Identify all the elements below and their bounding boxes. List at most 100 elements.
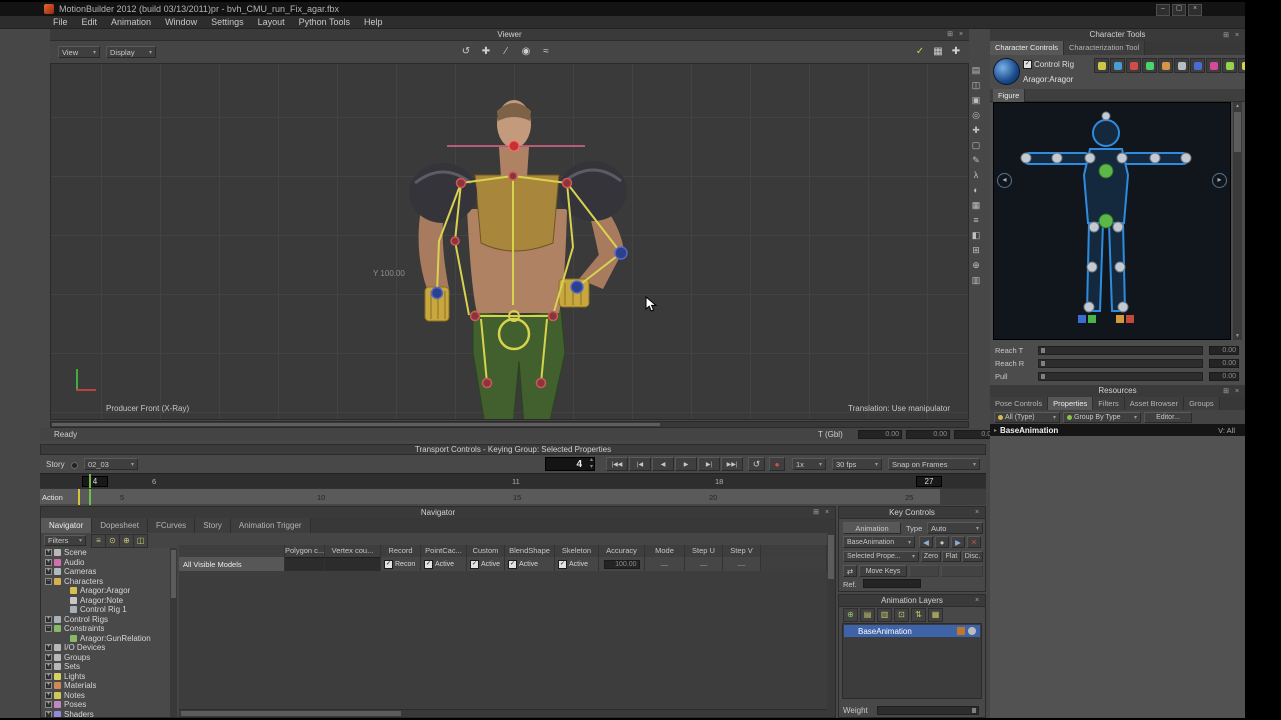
pull-value[interactable]: 0.00 [1209, 372, 1239, 381]
tree-item-cameras[interactable]: + Cameras [41, 567, 170, 577]
column-header[interactable]: Step U [685, 545, 723, 557]
close-icon[interactable]: × [972, 596, 982, 605]
add-layer-icon[interactable]: ⊕ [843, 608, 858, 622]
flat-button[interactable]: Flat [942, 551, 961, 562]
table-hscrollbar[interactable] [179, 709, 827, 717]
tab-fcurves[interactable]: FCurves [147, 518, 196, 533]
layout-tool-icon[interactable]: ▣ [968, 93, 984, 108]
dock-icon[interactable]: ⊞ [811, 508, 821, 517]
rotate-left-button[interactable]: ◂ [997, 173, 1012, 188]
goto-start-button[interactable]: |◀◀ [606, 457, 628, 471]
story-led[interactable] [71, 462, 78, 469]
layout-tool-icon[interactable]: ◐ [968, 183, 984, 198]
prev-key-button[interactable]: |◀ [629, 457, 651, 471]
close-icon[interactable]: × [1232, 387, 1242, 396]
key-controls-header[interactable]: Key Controls × [839, 507, 985, 519]
character-model[interactable] [381, 91, 661, 420]
scale-tool-icon[interactable]: ∕ [498, 44, 514, 60]
rig-tool-icon[interactable] [1222, 58, 1237, 73]
scrollbar-handle[interactable] [171, 550, 176, 598]
tree-expander[interactable]: + [45, 701, 52, 709]
menu-layout[interactable]: Layout [251, 16, 292, 28]
close-icon[interactable]: × [1232, 31, 1242, 40]
tree-expander[interactable]: + [45, 615, 52, 623]
layout-tool-icon[interactable]: ⊞ [968, 243, 984, 258]
slider-handle[interactable] [1040, 360, 1046, 367]
tree-expander[interactable]: + [45, 653, 52, 661]
character-avatar-icon[interactable] [993, 58, 1020, 85]
menu-settings[interactable]: Settings [204, 16, 251, 28]
column-header[interactable]: Custom [467, 545, 505, 557]
menu-python-tools[interactable]: Python Tools [292, 16, 357, 28]
pull-slider[interactable] [1038, 372, 1203, 381]
checkbox-icon[interactable]: ✓ [424, 559, 433, 569]
playback-speed-dropdown[interactable]: 1x ▾ [792, 458, 826, 470]
tree-item-aragor-gunrelation[interactable]: Aragor:GunRelation [41, 634, 170, 644]
tab-asset-browser[interactable]: Asset Browser [1124, 397, 1185, 410]
tree-expander[interactable]: + [45, 568, 52, 576]
layer-merge-icon[interactable]: ▥ [877, 608, 892, 622]
tree-expander[interactable]: − [45, 625, 52, 633]
tree-item-poses[interactable]: + Poses [41, 700, 170, 710]
menu-window[interactable]: Window [158, 16, 204, 28]
layer-mute-icon[interactable] [968, 627, 976, 635]
layout-tool-icon[interactable]: ◎ [968, 108, 984, 123]
layout-tool-icon[interactable]: λ [968, 168, 984, 183]
blendshape-checkbox-cell[interactable]: ✓ Active [505, 557, 555, 571]
add-icon[interactable]: ⊕ [119, 534, 134, 548]
view-button[interactable]: View ▾ [58, 46, 100, 58]
viewer-hscrollbar[interactable] [50, 421, 969, 428]
list-view-icon[interactable]: ≡ [91, 534, 106, 548]
tree-expander[interactable]: + [45, 682, 52, 690]
zero-button[interactable]: Zero [921, 551, 941, 562]
take-dropdown[interactable]: 02_03 ▾ [84, 458, 138, 470]
reach-r-value[interactable]: 0.00 [1209, 359, 1239, 368]
transport-header[interactable]: Transport Controls - Keying Group: Selec… [40, 444, 986, 455]
maximize-button[interactable]: ▢ [1172, 4, 1186, 16]
tab-dopesheet[interactable]: Dopesheet [92, 518, 148, 533]
tab-groups[interactable]: Groups [1184, 397, 1220, 410]
close-button[interactable]: × [1188, 4, 1202, 16]
tree-item-io-devices[interactable]: + I/O Devices [41, 643, 170, 653]
timeline-end-field[interactable]: 27 [916, 476, 942, 487]
next-key-button[interactable]: ▶| [698, 457, 720, 471]
tree-expander[interactable]: − [45, 577, 52, 585]
group-by-dropdown[interactable]: Group By Type ▾ [1063, 412, 1141, 423]
goto-end-button[interactable]: ▶▶| [721, 457, 743, 471]
tab-filters[interactable]: Filters [1093, 397, 1125, 410]
tree-item-aragor-aragor[interactable]: Aragor:Aragor [41, 586, 170, 596]
column-header[interactable]: Step V [723, 545, 761, 557]
pointcache-checkbox-cell[interactable]: ✓ Active [421, 557, 467, 571]
layout-tool-icon[interactable]: ▦ [968, 198, 984, 213]
character-figure-view[interactable]: ◂ ▸ [993, 102, 1231, 340]
tree-item-control-rig-1[interactable]: Control Rig 1 [41, 605, 170, 615]
column-header[interactable]: PointCac... [421, 545, 467, 557]
split-view-icon[interactable]: ◫ [133, 534, 148, 548]
dock-icon[interactable]: ⊞ [1221, 387, 1231, 396]
dock-icon[interactable]: ⊞ [945, 30, 955, 39]
selected-properties-dropdown[interactable]: Selected Prope... ▾ [843, 551, 919, 562]
rig-tool-icon[interactable] [1174, 58, 1189, 73]
tab-character-controls[interactable]: Character Controls [990, 41, 1064, 55]
layout-tool-icon[interactable]: ⊕ [968, 258, 984, 273]
layout-tool-icon[interactable]: ▢ [968, 138, 984, 153]
spinner-up-icon[interactable]: ▴ [590, 456, 593, 463]
layout-tool-icon[interactable]: ▥ [968, 273, 984, 288]
minimize-button[interactable]: – [1156, 4, 1170, 16]
expand-icon[interactable]: ▸ [990, 427, 1000, 434]
rig-tool-icon[interactable] [1094, 58, 1109, 73]
type-filter-dropdown[interactable]: All (Type) ▾ [994, 412, 1060, 423]
step-v-cell[interactable]: — [723, 557, 761, 571]
tab-navigator[interactable]: Navigator [41, 518, 93, 533]
layout-tool-icon[interactable]: ≡ [968, 213, 984, 228]
accuracy-cell[interactable]: 100.00 [599, 557, 645, 571]
scrollbar-handle[interactable] [181, 711, 401, 716]
layer-row-baseanimation[interactable]: BaseAnimation [844, 625, 980, 637]
checkbox-icon[interactable]: ✓ [508, 559, 517, 569]
record-checkbox-cell[interactable]: ✓ Recon [381, 557, 421, 571]
scroll-up-icon[interactable]: ▲ [1233, 102, 1242, 110]
column-header[interactable]: Mode [645, 545, 685, 557]
slider-handle[interactable] [1040, 347, 1046, 354]
settings-icon[interactable]: ⊙ [105, 534, 120, 548]
menu-animation[interactable]: Animation [104, 16, 158, 28]
